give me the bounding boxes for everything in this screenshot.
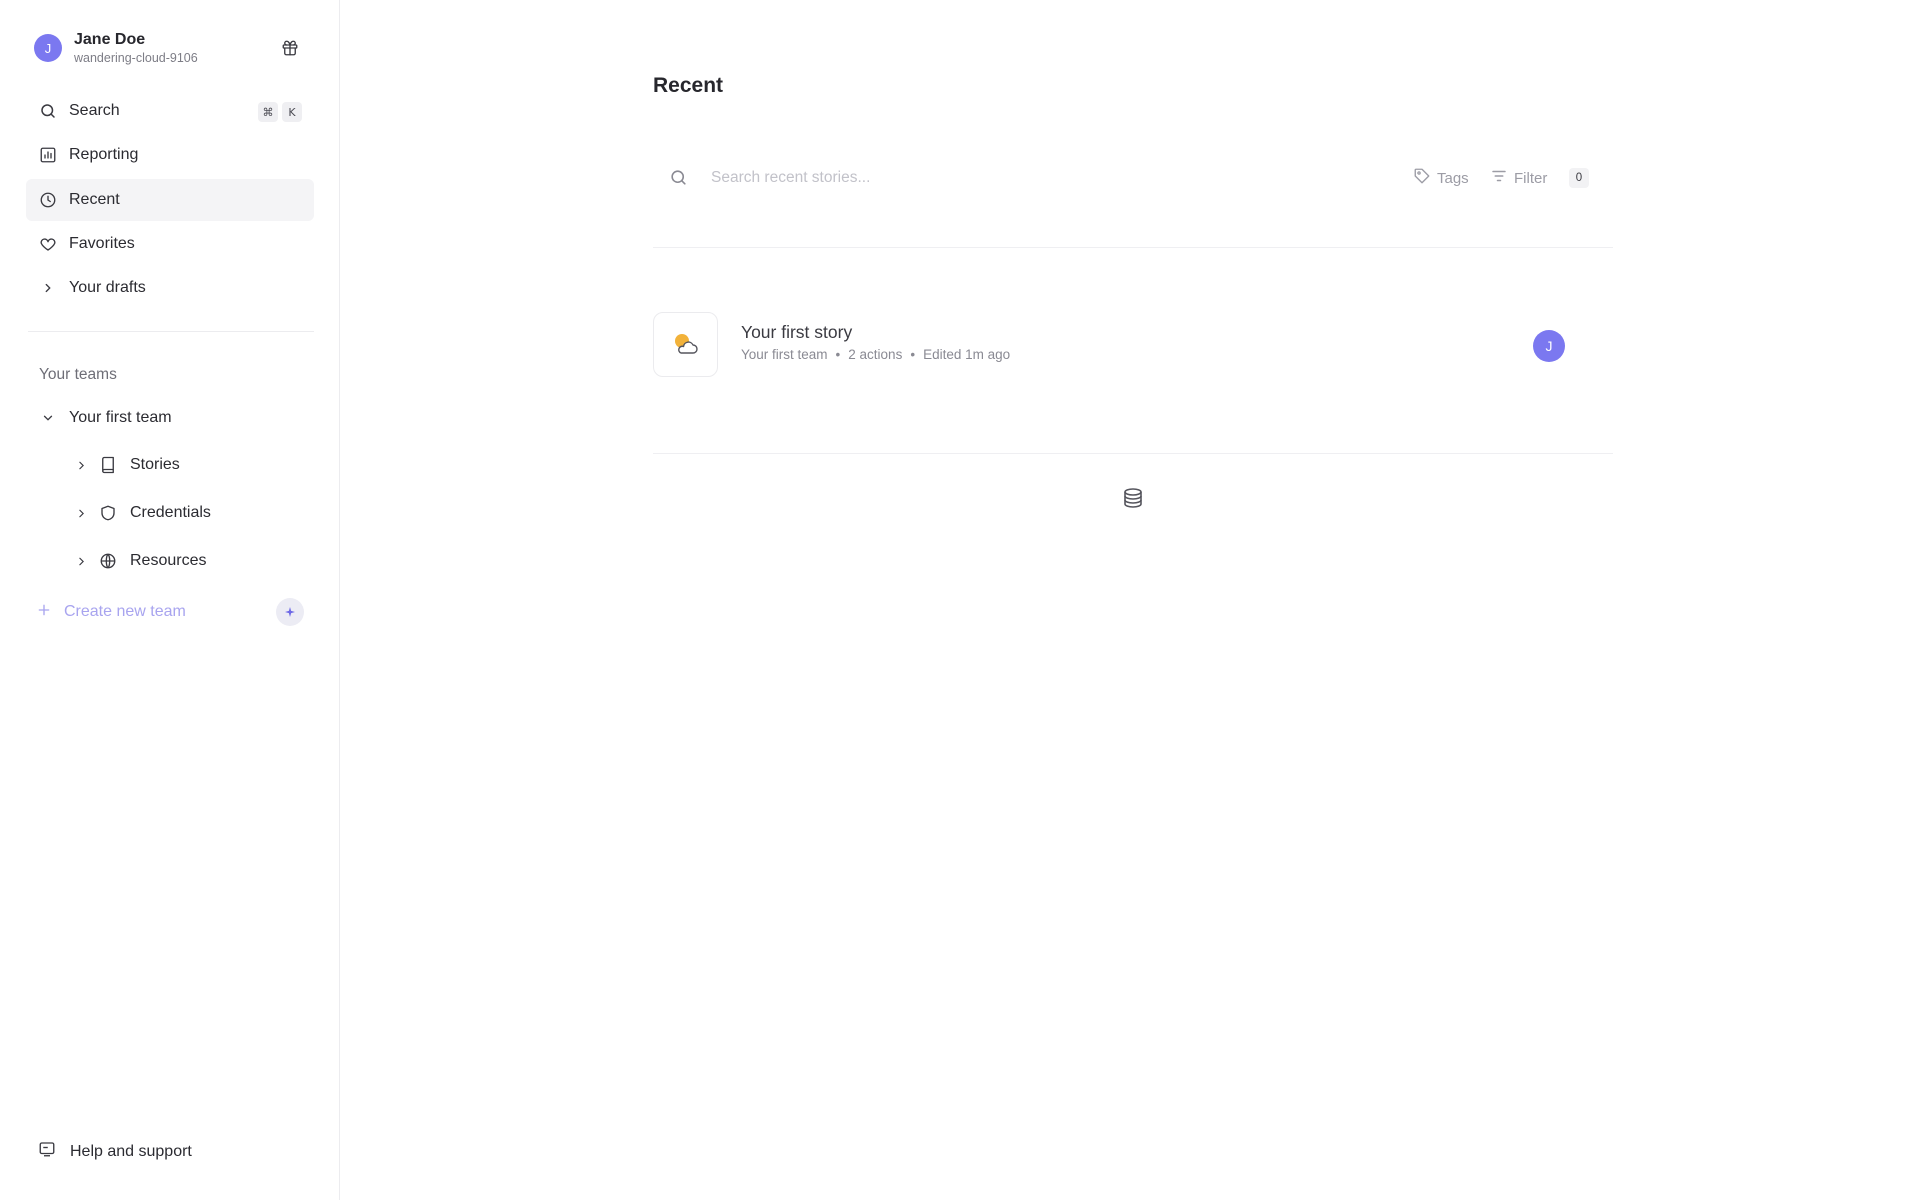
help-support-link[interactable]: Help and support [38, 1140, 192, 1163]
team-item-label: Resources [130, 552, 207, 569]
user-menu[interactable]: J Jane Doe wandering-cloud-9106 [34, 30, 304, 66]
team-item-label: Credentials [130, 504, 211, 521]
separator: • [835, 347, 841, 362]
user-name: Jane Doe [74, 31, 146, 48]
gift-icon[interactable] [278, 36, 302, 60]
separator: • [910, 347, 916, 362]
nav-recent[interactable]: Recent [26, 179, 314, 221]
clock-icon [38, 190, 58, 210]
nav-reporting[interactable]: Reporting [26, 134, 314, 176]
shortcut-key-k: K [282, 102, 302, 122]
story-actions: 2 actions [848, 347, 903, 362]
nav-search[interactable]: Search ⌘ K [26, 90, 314, 132]
chevron-right-icon[interactable] [38, 278, 58, 298]
story-edited: Edited 1m ago [923, 347, 1011, 362]
globe-icon [98, 551, 118, 571]
search-icon [38, 101, 58, 121]
chevron-down-icon[interactable] [38, 408, 58, 428]
nav-favorites-label: Favorites [69, 235, 135, 252]
story-title[interactable]: Your first story [741, 322, 852, 343]
filter-button[interactable]: Filter [1490, 166, 1547, 190]
sparkle-button[interactable] [276, 598, 304, 626]
filter-count-badge: 0 [1569, 168, 1589, 188]
team-name: Your first team [69, 409, 172, 426]
shortcut-key-cmd: ⌘ [258, 102, 278, 122]
search-icon [669, 168, 688, 192]
user-handle: wandering-cloud-9106 [74, 51, 198, 65]
nav-reporting-label: Reporting [69, 146, 139, 163]
sidebar: J Jane Doe wandering-cloud-9106 Search ⌘… [0, 0, 340, 1200]
divider [653, 453, 1613, 454]
story-search-bar: Tags Filter 0 [653, 158, 1613, 198]
chevron-right-icon[interactable] [68, 455, 94, 475]
story-team: Your first team [741, 347, 828, 362]
create-team-button[interactable]: Create new team [36, 598, 306, 626]
create-team-label: Create new team [64, 603, 186, 620]
divider [653, 247, 1613, 248]
tag-icon [1413, 167, 1431, 190]
team-item[interactable]: Your first team [26, 397, 314, 439]
help-label: Help and support [70, 1142, 192, 1160]
team-item-resources[interactable]: Resources [68, 541, 308, 581]
owner-avatar: J [1533, 330, 1565, 362]
tags-label: Tags [1437, 169, 1469, 187]
chevron-right-icon[interactable] [68, 551, 94, 571]
sparkle-icon [285, 607, 295, 617]
avatar: J [34, 34, 62, 62]
nav-search-label: Search [69, 102, 120, 119]
plus-icon [36, 602, 52, 623]
search-input[interactable] [711, 164, 1351, 192]
chevron-right-icon[interactable] [68, 503, 94, 523]
bar-chart-icon [38, 145, 58, 165]
story-meta: Your first team • 2 actions • Edited 1m … [741, 347, 1010, 362]
partly-cloudy-icon [653, 312, 718, 377]
help-icon [38, 1140, 56, 1163]
book-icon [98, 455, 118, 475]
filter-label: Filter [1514, 169, 1548, 187]
story-row[interactable]: Your first story Your first team • 2 act… [653, 312, 1613, 378]
heart-icon [38, 234, 58, 254]
sidebar-divider [28, 331, 314, 332]
nav-drafts-label: Your drafts [69, 279, 146, 296]
team-item-label: Stories [130, 456, 180, 473]
page-title: Recent [653, 74, 724, 97]
team-item-stories[interactable]: Stories [68, 445, 308, 485]
nav-recent-label: Recent [69, 191, 120, 208]
database-icon [1121, 486, 1145, 515]
filter-icon [1490, 167, 1508, 190]
nav-favorites[interactable]: Favorites [26, 223, 314, 265]
tags-button[interactable]: Tags [1413, 166, 1469, 190]
nav-drafts[interactable]: Your drafts [26, 267, 314, 309]
teams-section-label: Your teams [39, 366, 117, 383]
shield-icon [98, 503, 118, 523]
team-item-credentials[interactable]: Credentials [68, 493, 308, 533]
